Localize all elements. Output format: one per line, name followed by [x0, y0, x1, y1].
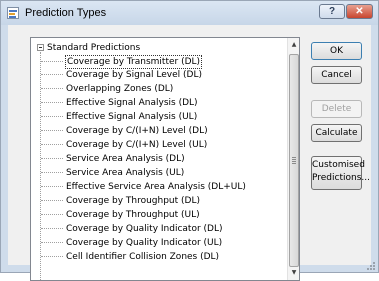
collapse-icon[interactable]: [37, 44, 44, 51]
tree-branch-line: [41, 214, 63, 215]
tree-root-standard-predictions[interactable]: Standard Predictions: [37, 42, 140, 54]
calculate-button[interactable]: Calculate: [311, 124, 362, 142]
tree-item-label: Coverage by Throughput (DL): [66, 196, 200, 206]
tree-root-label: Standard Predictions: [47, 43, 141, 53]
tree-item[interactable]: Coverage by Throughput (DL): [41, 195, 201, 207]
tree-branch-line: [41, 74, 63, 75]
scrollbar-thumb[interactable]: [289, 54, 299, 267]
tree-item-label: Coverage by C/(I+N) Level (DL): [66, 126, 208, 136]
tree-branch-line: [41, 102, 63, 103]
scroll-up-icon[interactable]: ▲: [288, 38, 299, 52]
tree-item[interactable]: Cell Identifier Collision Zones (DL): [41, 251, 220, 263]
tree-item[interactable]: Effective Signal Analysis (UL): [41, 111, 198, 123]
tree-branch-line: [41, 228, 63, 229]
tree-item[interactable]: Coverage by Quality Indicator (UL): [41, 237, 223, 249]
tree-branch-line: [41, 256, 63, 257]
tree-item-label: Cell Identifier Collision Zones (DL): [66, 252, 220, 262]
prediction-types-dialog: Prediction Types ? ✕ Standard Prediction…: [0, 0, 379, 281]
tree-item[interactable]: Coverage by Quality Indicator (DL): [41, 223, 224, 235]
app-icon: [7, 7, 19, 19]
customised-predictions-label-line2: Predictions...: [312, 173, 370, 183]
tree-item-label: Coverage by Throughput (UL): [66, 210, 200, 220]
tree-item[interactable]: Service Area Analysis (DL): [41, 153, 186, 165]
tree-item[interactable]: Coverage by Throughput (UL): [41, 209, 201, 221]
customised-predictions-label-line1: Customised: [312, 160, 365, 170]
tree-item-label: Coverage by Signal Level (DL): [66, 70, 202, 80]
tree-item[interactable]: Coverage by C/(I+N) Level (UL): [41, 139, 208, 151]
customised-predictions-button[interactable]: Customised Predictions...: [311, 156, 370, 190]
tree-branch-line: [41, 242, 63, 243]
dialog-body: Standard Predictions Coverage by Transmi…: [8, 25, 371, 281]
tree-item[interactable]: Coverage by Transmitter (DL): [41, 55, 203, 69]
vertical-scrollbar[interactable]: ▲ ▼: [287, 38, 299, 280]
tree-item-label: Effective Signal Analysis (DL): [66, 98, 198, 108]
tree-item[interactable]: Overlapping Zones (DL): [41, 83, 174, 95]
scroll-down-icon[interactable]: ▼: [288, 266, 299, 280]
tree-item-label: Overlapping Zones (DL): [66, 84, 174, 94]
ok-button[interactable]: OK: [311, 42, 362, 60]
tree-branch-line: [41, 172, 63, 173]
window-title: Prediction Types: [25, 7, 107, 19]
tree-item-label: Coverage by Transmitter (DL): [65, 55, 203, 69]
cancel-button[interactable]: Cancel: [311, 66, 362, 84]
tree-branch-line: [41, 61, 63, 62]
tree-branch-line: [41, 130, 63, 131]
tree-item[interactable]: Effective Service Area Analysis (DL+UL): [41, 181, 247, 193]
tree-item[interactable]: Service Area Analysis (UL): [41, 167, 185, 179]
tree-branch-line: [41, 200, 63, 201]
tree-item-label: Coverage by C/(I+N) Level (UL): [66, 140, 208, 150]
tree-item-label: Service Area Analysis (DL): [66, 154, 185, 164]
tree-branch-line: [41, 88, 63, 89]
help-button[interactable]: ?: [319, 4, 345, 19]
tree-branch-line: [41, 186, 63, 187]
tree-branch-line: [41, 144, 63, 145]
prediction-tree[interactable]: Standard Predictions Coverage by Transmi…: [30, 37, 300, 281]
tree-item-label: Coverage by Quality Indicator (UL): [66, 238, 223, 248]
tree-item-label: Effective Service Area Analysis (DL+UL): [66, 182, 246, 192]
tree-item[interactable]: Effective Signal Analysis (DL): [41, 97, 199, 109]
tree-branch-line: [41, 116, 63, 117]
delete-button[interactable]: Delete: [311, 100, 362, 118]
tree-item-label: Coverage by Quality Indicator (DL): [66, 224, 223, 234]
tree-item[interactable]: Coverage by Signal Level (DL): [41, 69, 203, 81]
resize-grip-icon[interactable]: [367, 262, 375, 270]
close-button[interactable]: ✕: [346, 4, 373, 19]
tree-item-label: Effective Signal Analysis (UL): [66, 112, 198, 122]
tree-item-label: Service Area Analysis (UL): [66, 168, 185, 178]
title-bar[interactable]: Prediction Types ? ✕: [1, 1, 378, 25]
tree-branch-line: [41, 158, 63, 159]
tree-item[interactable]: Coverage by C/(I+N) Level (DL): [41, 125, 209, 137]
